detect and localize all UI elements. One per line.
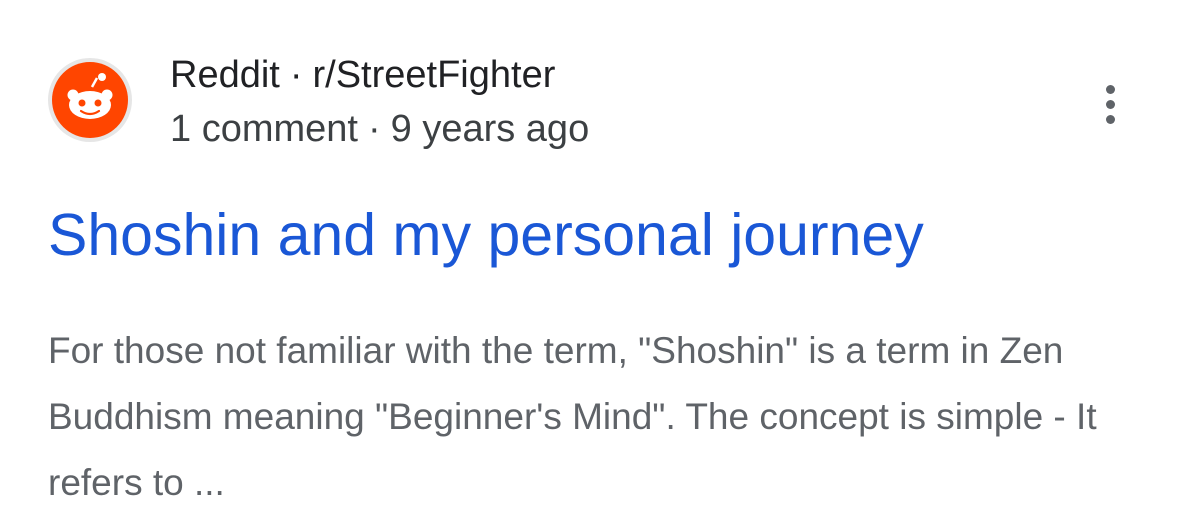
meta-separator: · xyxy=(367,108,381,150)
reddit-avatar[interactable] xyxy=(48,58,132,142)
more-vert-icon-dot-1 xyxy=(1105,84,1115,94)
source-separator: · xyxy=(289,54,303,96)
result-snippet: For those not familiar with the term, "S… xyxy=(48,330,1097,503)
result-title-link[interactable]: Shoshin and my personal journey xyxy=(48,200,924,270)
meta-line: 1 comment · 9 years ago xyxy=(170,106,589,152)
reddit-alien-icon xyxy=(52,62,128,138)
post-age: 9 years ago xyxy=(390,108,590,150)
more-vert-icon-dot-3 xyxy=(1105,114,1115,124)
more-options-button[interactable] xyxy=(1090,80,1130,128)
source-site: Reddit xyxy=(170,54,280,96)
source-subreddit: r/StreetFighter xyxy=(312,54,556,96)
comment-count: 1 comment xyxy=(170,108,358,150)
more-vert-icon-dot-2 xyxy=(1105,99,1115,109)
source-line[interactable]: Reddit · r/StreetFighter xyxy=(170,52,555,98)
search-result-card: Reddit · r/StreetFighter 1 comment · 9 years… xyxy=(0,0,1179,527)
